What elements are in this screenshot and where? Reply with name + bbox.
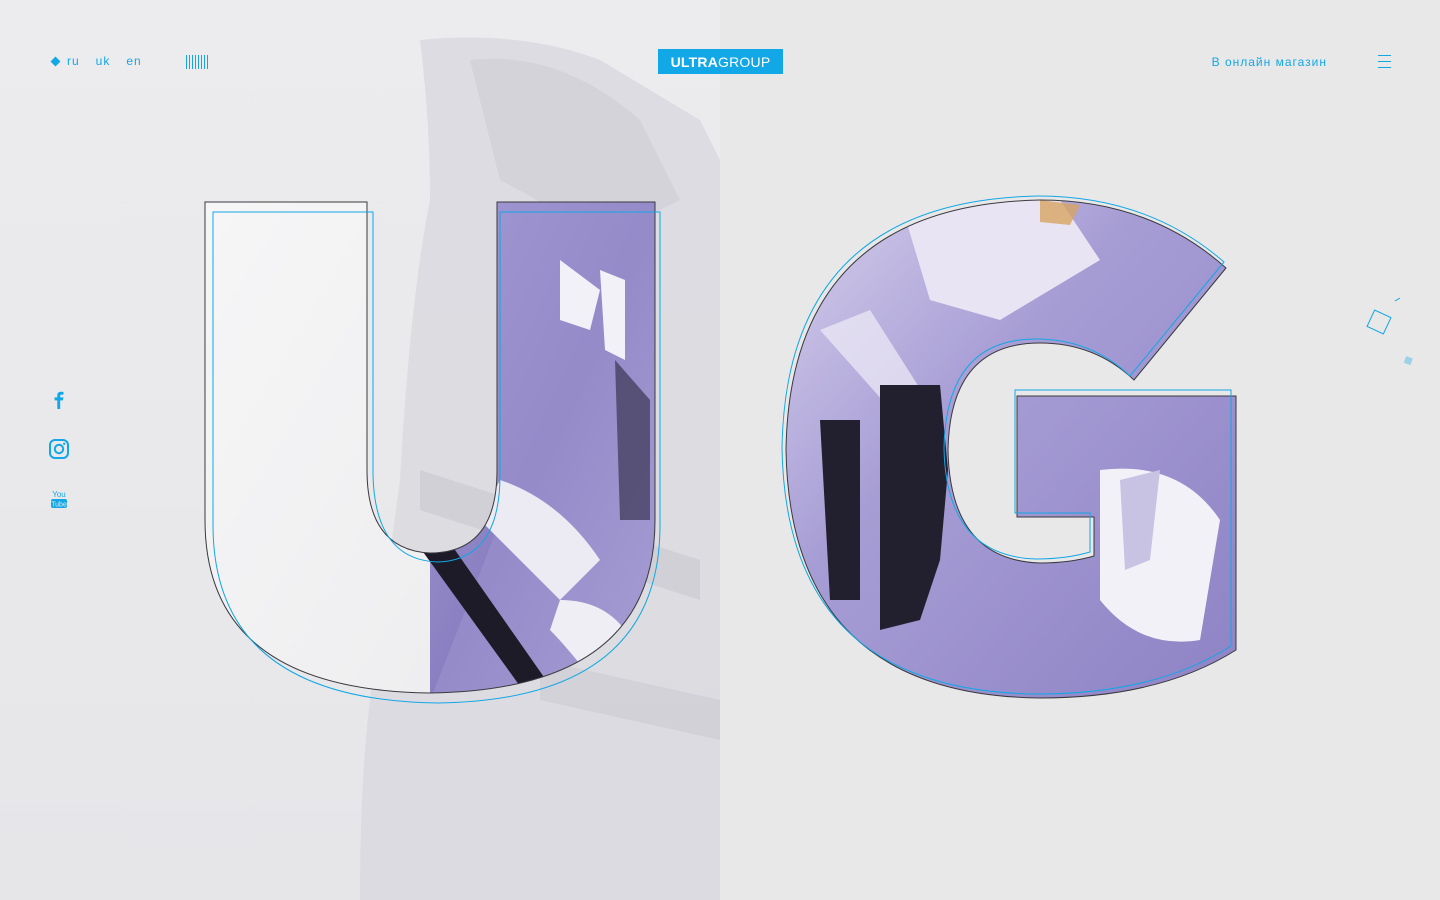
facebook-icon[interactable]	[48, 388, 70, 410]
language-en[interactable]: en	[126, 54, 141, 68]
youtube-icon[interactable]: You Tube	[48, 488, 70, 510]
barcode-icon[interactable]	[186, 55, 210, 69]
svg-text:You: You	[52, 490, 66, 499]
instagram-icon[interactable]	[48, 438, 70, 460]
online-shop-link[interactable]: В онлайн магазин	[1212, 55, 1327, 69]
language-uk[interactable]: uk	[96, 54, 111, 68]
decorative-shapes	[1366, 297, 1413, 366]
ultragroup-logo[interactable]: ULTRA GROUP	[658, 49, 783, 74]
language-ru[interactable]: ru	[67, 54, 80, 68]
header: ru uk en ULTRA GROUP В онлайн магазин	[0, 0, 1440, 120]
page: ru uk en ULTRA GROUP В онлайн магазин You…	[0, 0, 1440, 900]
active-language-marker-icon	[50, 56, 61, 66]
hero-letters	[204, 195, 1237, 704]
hamburger-menu-icon[interactable]	[1378, 55, 1391, 68]
logo-light-text: GROUP	[718, 53, 771, 70]
svg-text:Tube: Tube	[51, 502, 67, 509]
language-switcher: ru uk en	[50, 54, 158, 68]
social-links: You Tube	[48, 388, 72, 538]
logo-bold-text: ULTRA	[670, 53, 719, 70]
